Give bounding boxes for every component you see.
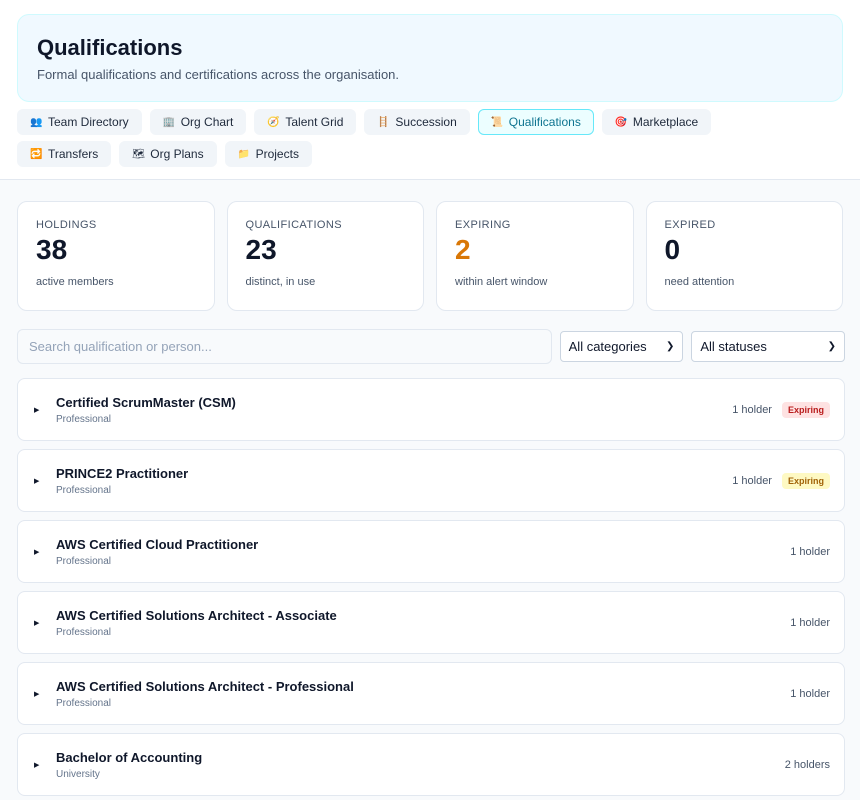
stat-caption: need attention bbox=[664, 276, 735, 288]
stat-caption: distinct, in use bbox=[245, 276, 316, 288]
folder-icon: 📁 bbox=[237, 148, 251, 160]
tab-talent-grid[interactable]: 🧭 Talent Grid bbox=[254, 109, 357, 135]
tab-bar: 👥 Team Directory 🏢 Org Chart 🧭 Talent Grid 🪜 Su… bbox=[17, 109, 797, 167]
people-icon: 👥 bbox=[30, 116, 43, 128]
qualification-info: AWS Certified Solutions Architect - Prof… bbox=[56, 679, 790, 709]
tab-label: Org Plans bbox=[150, 147, 204, 161]
qualification-list: ▶ Certified ScrumMaster (CSM) Professional… bbox=[0, 364, 860, 796]
qualification-name: PRINCE2 Practitioner bbox=[56, 465, 189, 481]
qualification-category: Professional bbox=[56, 484, 112, 496]
target-icon: 🎯 bbox=[614, 116, 628, 128]
expand-caret-icon[interactable]: ▶ bbox=[34, 619, 56, 627]
tab-projects[interactable]: 📁 Projects bbox=[224, 141, 312, 167]
tab-label: Team Directory bbox=[48, 115, 129, 129]
status-select[interactable]: All statuses ❯ bbox=[691, 331, 845, 362]
stat-caption: active members bbox=[36, 276, 114, 288]
tab-marketplace[interactable]: 🎯 Marketplace bbox=[601, 109, 712, 135]
page-subtitle: Formal qualifications and certifications… bbox=[37, 67, 400, 82]
stat-value: 0 bbox=[664, 234, 681, 265]
qualification-row[interactable]: ▶ PRINCE2 Practitioner Professional 1 holde… bbox=[17, 449, 845, 512]
status-badge: Expiring bbox=[781, 472, 830, 489]
tab-label: Succession bbox=[395, 115, 457, 129]
qualification-row[interactable]: ▶ Bachelor of Accounting University 2 holde… bbox=[17, 733, 845, 796]
category-select[interactable]: All categories ❯ bbox=[559, 331, 684, 362]
search-input[interactable] bbox=[17, 329, 552, 364]
filter-bar: All categories ❯ All statuses ❯ bbox=[0, 311, 860, 364]
stat-label: EXPIRED bbox=[664, 219, 716, 231]
qualification-category: Professional bbox=[56, 413, 112, 425]
qualification-info: PRINCE2 Practitioner Professional bbox=[56, 466, 732, 496]
status-select-value: All statuses bbox=[700, 339, 767, 354]
stat-card-qualifications: QUALIFICATIONS 23 distinct, in use bbox=[226, 201, 424, 311]
stat-card-expired: EXPIRED 0 need attention bbox=[645, 201, 843, 311]
stat-card-expiring: EXPIRING 2 within alert window bbox=[436, 201, 634, 311]
qualification-name: AWS Certified Solutions Architect - Prof… bbox=[56, 678, 354, 694]
page-header: Qualifications Formal qualifications and… bbox=[0, 0, 860, 180]
tab-label: Qualifications bbox=[508, 115, 581, 129]
tab-label: Talent Grid bbox=[285, 115, 344, 129]
stat-card-holdings: HOLDINGS 38 active members bbox=[17, 201, 215, 311]
map-icon: 🗺 bbox=[132, 148, 145, 160]
ladder-icon: 🪜 bbox=[377, 116, 390, 128]
expand-caret-icon[interactable]: ▶ bbox=[34, 761, 56, 769]
qualification-row[interactable]: ▶ AWS Certified Cloud Practitioner Profess… bbox=[17, 520, 845, 583]
stat-label: EXPIRING bbox=[455, 219, 511, 231]
qualification-info: Certified ScrumMaster (CSM) Professional bbox=[56, 395, 732, 425]
stat-value: 2 bbox=[455, 234, 471, 265]
qualification-name: Certified ScrumMaster (CSM) bbox=[56, 394, 236, 410]
qualification-row[interactable]: ▶ Certified ScrumMaster (CSM) Professional… bbox=[17, 378, 845, 441]
chevron-down-icon: ❯ bbox=[665, 341, 675, 352]
holder-count: 2 holders bbox=[784, 758, 830, 771]
hero-banner: Qualifications Formal qualifications and… bbox=[17, 14, 843, 102]
scroll-icon: 📜 bbox=[490, 116, 504, 128]
qualification-info: Bachelor of Accounting University bbox=[56, 750, 785, 780]
stats-row: HOLDINGS 38 active members QUALIFICATIONS 23… bbox=[0, 180, 860, 311]
qualification-row[interactable]: ▶ AWS Certified Solutions Architect - Ass… bbox=[17, 591, 845, 654]
expand-caret-icon[interactable]: ▶ bbox=[34, 406, 56, 414]
holder-count: 1 holder bbox=[732, 403, 772, 416]
qualification-info: AWS Certified Solutions Architect - Asso… bbox=[56, 608, 790, 638]
tab-team-directory[interactable]: 👥 Team Directory bbox=[17, 109, 142, 135]
holder-count: 1 holder bbox=[790, 616, 830, 629]
expand-caret-icon[interactable]: ▶ bbox=[34, 548, 56, 556]
qualification-name: AWS Certified Solutions Architect - Asso… bbox=[56, 607, 337, 623]
qualification-category: University bbox=[56, 768, 100, 780]
holder-count: 1 holder bbox=[790, 545, 830, 558]
qualification-category: Professional bbox=[56, 626, 112, 638]
page-title: Qualifications bbox=[37, 35, 183, 60]
qualification-name: AWS Certified Cloud Practitioner bbox=[56, 536, 259, 552]
qualification-row[interactable]: ▶ AWS Certified Solutions Architect - Pro… bbox=[17, 662, 845, 725]
status-badge: Expiring bbox=[781, 401, 830, 418]
qualification-info: AWS Certified Cloud Practitioner Professi… bbox=[56, 537, 790, 567]
qualification-category: Professional bbox=[56, 697, 112, 709]
building-icon: 🏢 bbox=[162, 116, 176, 128]
stat-value: 23 bbox=[245, 234, 277, 265]
stat-caption: within alert window bbox=[455, 276, 548, 288]
expand-caret-icon[interactable]: ▶ bbox=[34, 690, 56, 698]
compass-icon: 🧭 bbox=[267, 116, 280, 128]
repeat-icon: 🔁 bbox=[30, 148, 43, 160]
tab-org-chart[interactable]: 🏢 Org Chart bbox=[149, 109, 247, 135]
tab-transfers[interactable]: 🔁 Transfers bbox=[17, 141, 112, 167]
tab-qualifications[interactable]: 📜 Qualifications bbox=[477, 109, 594, 135]
holder-count: 1 holder bbox=[790, 687, 830, 700]
qualification-name: Bachelor of Accounting bbox=[56, 749, 203, 765]
tab-org-plans[interactable]: 🗺 Org Plans bbox=[119, 141, 217, 167]
category-select-value: All categories bbox=[568, 339, 647, 354]
chevron-down-icon: ❯ bbox=[827, 341, 836, 352]
tab-label: Org Chart bbox=[180, 115, 234, 129]
stat-value: 38 bbox=[36, 234, 68, 265]
expand-caret-icon[interactable]: ▶ bbox=[34, 477, 56, 485]
tab-label: Transfers bbox=[48, 147, 99, 161]
tab-label: Marketplace bbox=[632, 115, 699, 129]
qualification-category: Professional bbox=[56, 555, 112, 567]
stat-label: QUALIFICATIONS bbox=[245, 219, 342, 231]
tab-label: Projects bbox=[255, 147, 299, 161]
holder-count: 1 holder bbox=[732, 474, 772, 487]
stat-label: HOLDINGS bbox=[36, 219, 97, 231]
tab-succession[interactable]: 🪜 Succession bbox=[364, 109, 470, 135]
